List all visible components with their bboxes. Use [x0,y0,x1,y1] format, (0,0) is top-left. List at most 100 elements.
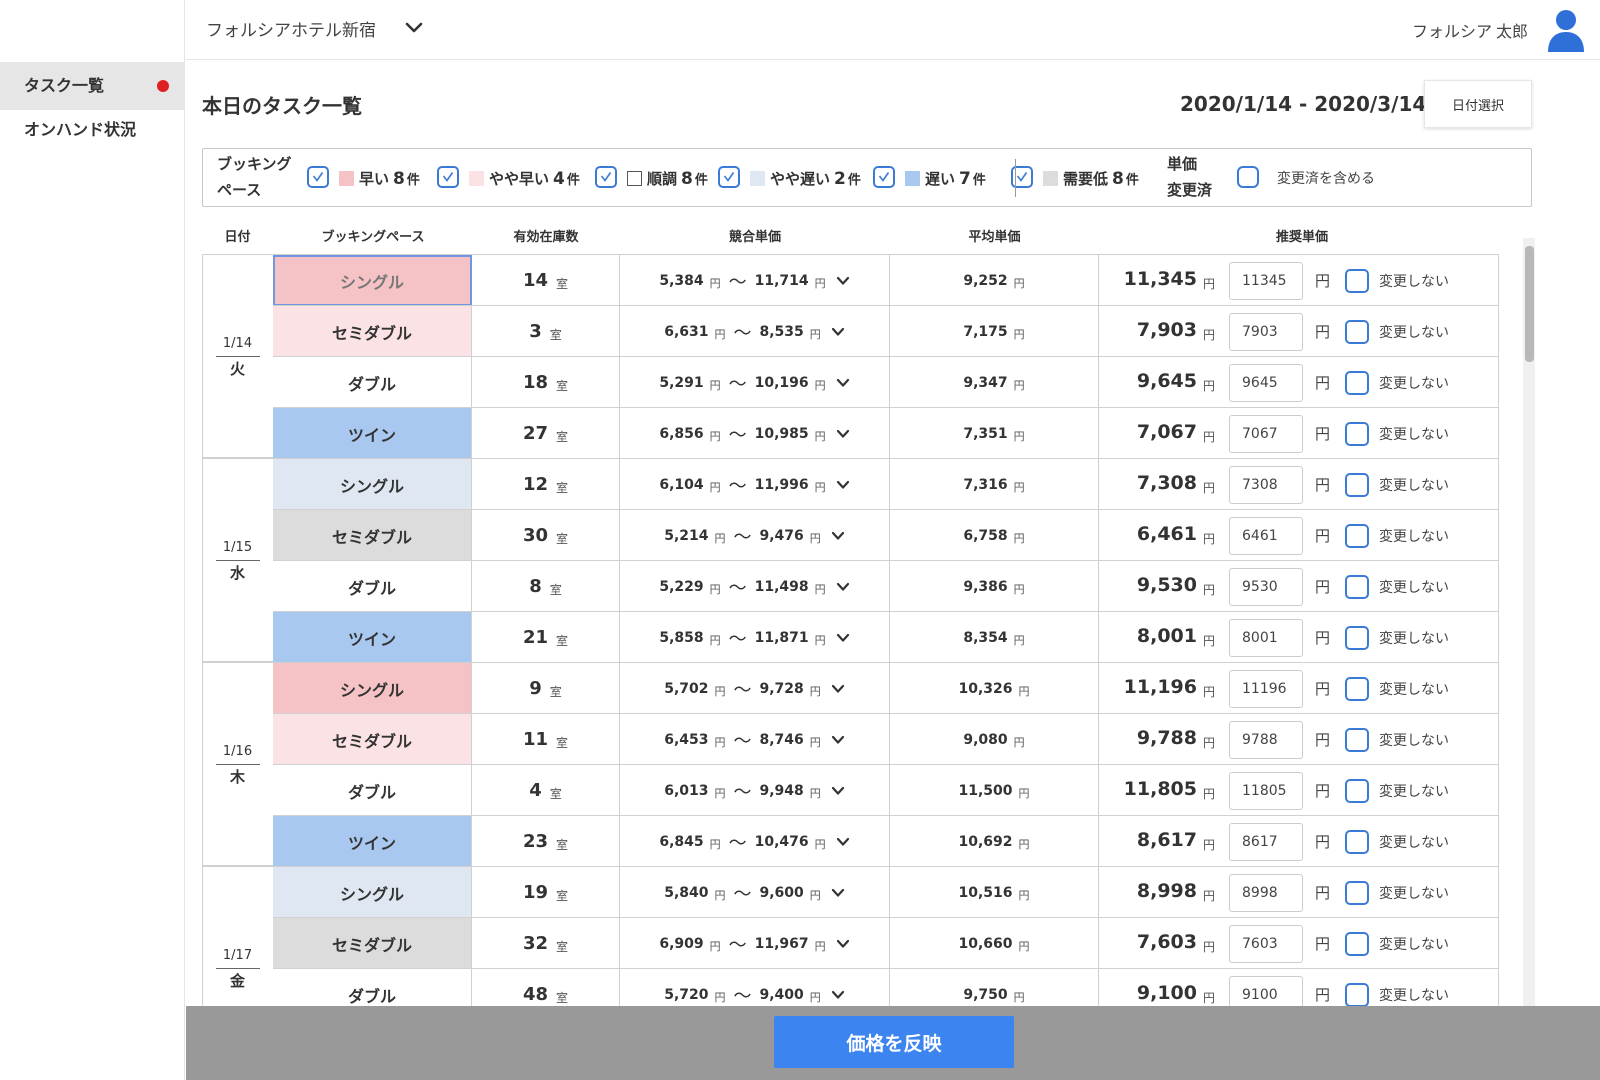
sidebar-item-task-list[interactable]: タスク一覧 [0,62,185,110]
col-header-stock: 有効在庫数 [513,230,579,245]
chevron-down-icon[interactable] [831,733,845,747]
room-type-cell[interactable]: セミダブル [273,918,472,969]
recommended-price: 9,788 [1136,727,1197,749]
room-type-cell[interactable]: ツイン [273,816,472,867]
room-type-cell[interactable]: セミダブル [273,714,472,765]
price-input[interactable]: 9530 [1229,568,1303,606]
no-change-checkbox[interactable] [1345,728,1369,752]
yen-unit: 円 [1018,787,1030,800]
scrollbar-thumb[interactable] [1525,246,1534,362]
recommended-price-cell: 11,345 円 11345 円 変更しない [1099,255,1499,306]
pace-filter-checkbox[interactable] [595,166,617,188]
room-type-cell[interactable]: シングル [273,255,472,306]
chevron-down-icon[interactable] [836,631,850,645]
price-input[interactable]: 11805 [1229,772,1303,810]
chevron-down-icon[interactable] [836,937,850,951]
competitor-max: 9,600 [759,884,804,901]
pace-filter-checkbox[interactable] [307,166,329,188]
no-change-checkbox[interactable] [1345,269,1369,293]
no-change-checkbox[interactable] [1345,677,1369,701]
chevron-down-icon[interactable] [831,988,845,1002]
room-type-cell[interactable]: シングル [273,663,472,714]
price-input[interactable]: 8617 [1229,823,1303,861]
recommended-price: 9,100 [1136,982,1197,1004]
price-input[interactable]: 11196 [1229,670,1303,708]
stock-value: 4 [529,780,542,801]
no-change-checkbox[interactable] [1345,422,1369,446]
chevron-down-icon[interactable] [836,835,850,849]
average-price-cell: 7,175 円 [890,306,1099,357]
room-unit: 室 [549,582,562,597]
chevron-down-icon[interactable] [836,376,850,390]
no-change-label: 変更しない [1379,478,1449,494]
pace-filter-checkbox[interactable] [718,166,740,188]
no-change-checkbox[interactable] [1345,932,1369,956]
hotel-name[interactable]: フォルシアホテル新宿 [206,16,376,41]
room-unit: 室 [556,837,569,852]
competitor-price-cell: 5,291 円〜 10,196 円 [620,357,890,408]
price-input[interactable]: 7603 [1229,925,1303,963]
pace-filter-checkbox[interactable] [437,166,459,188]
average-price: 7,316 [963,476,1008,493]
price-input[interactable]: 7067 [1229,415,1303,453]
no-change-checkbox[interactable] [1345,320,1369,344]
room-type-cell[interactable]: シングル [273,459,472,510]
price-input[interactable]: 9100 [1229,976,1303,1006]
average-price-cell: 9,386 円 [890,561,1099,612]
price-input[interactable]: 11345 [1229,262,1303,300]
room-type-cell[interactable]: ダブル [273,765,472,816]
yen-unit: 円 [1203,940,1216,954]
no-change-checkbox[interactable] [1345,371,1369,395]
room-type-cell[interactable]: セミダブル [273,306,472,357]
room-type-cell[interactable]: ダブル [273,969,472,1006]
price-input[interactable]: 7903 [1229,313,1303,351]
pace-filter-checkbox[interactable] [873,166,895,188]
pace-filter-count: 7 [959,169,971,189]
chevron-down-icon[interactable] [831,682,845,696]
competitor-min: 5,229 [659,578,704,595]
chevron-down-icon[interactable] [836,580,850,594]
table-row: シングル 9 室 5,702 円〜 9,728 円 10,326 円 11,196 円 11196 円変… [273,662,1499,714]
recommended-price-cell: 9,645 円 9645 円 変更しない [1099,357,1499,408]
chevron-down-icon[interactable] [831,886,845,900]
yen-unit: 円 [809,889,821,902]
chevron-down-icon[interactable] [836,274,850,288]
chevron-down-icon[interactable] [404,18,424,38]
date-select-button[interactable]: 日付選択 [1424,80,1532,128]
room-type-cell[interactable]: セミダブル [273,510,472,561]
chevron-down-icon[interactable] [836,478,850,492]
price-input[interactable]: 9788 [1229,721,1303,759]
chevron-down-icon[interactable] [831,325,845,339]
price-input[interactable]: 7308 [1229,466,1303,504]
no-change-checkbox[interactable] [1345,779,1369,803]
chevron-down-icon[interactable] [831,784,845,798]
price-input[interactable]: 8001 [1229,619,1303,657]
no-change-checkbox[interactable] [1345,983,1369,1006]
user-avatar-icon[interactable] [1546,8,1586,52]
no-change-checkbox[interactable] [1345,626,1369,650]
recommended-price-cell: 8,001 円 8001 円 変更しない [1099,612,1499,663]
apply-price-button[interactable]: 価格を反映 [774,1016,1014,1068]
table-row: セミダブル 11 室 6,453 円〜 8,746 円 9,080 円 9,788 円 9788 円変更… [273,713,1499,765]
room-type-cell[interactable]: ツイン [273,408,472,459]
room-type-cell[interactable]: ダブル [273,357,472,408]
yen-unit: 円 [709,838,721,851]
tilde: 〜 [728,373,747,395]
price-input[interactable]: 6461 [1229,517,1303,555]
no-change-checkbox[interactable] [1345,881,1369,905]
no-change-checkbox[interactable] [1345,473,1369,497]
average-price: 7,351 [963,425,1008,442]
include-changed-checkbox[interactable] [1237,166,1259,188]
price-input[interactable]: 9645 [1229,364,1303,402]
room-type-cell[interactable]: シングル [273,867,472,918]
no-change-checkbox[interactable] [1345,524,1369,548]
room-type-cell[interactable]: ダブル [273,561,472,612]
chevron-down-icon[interactable] [836,427,850,441]
chevron-down-icon[interactable] [831,529,845,543]
room-type-cell[interactable]: ツイン [273,612,472,663]
no-change-checkbox[interactable] [1345,575,1369,599]
sidebar-item-onhand[interactable]: オンハンド状況 [0,106,185,154]
no-change-checkbox[interactable] [1345,830,1369,854]
price-input[interactable]: 8998 [1229,874,1303,912]
yen-unit: 円 [1315,578,1331,596]
